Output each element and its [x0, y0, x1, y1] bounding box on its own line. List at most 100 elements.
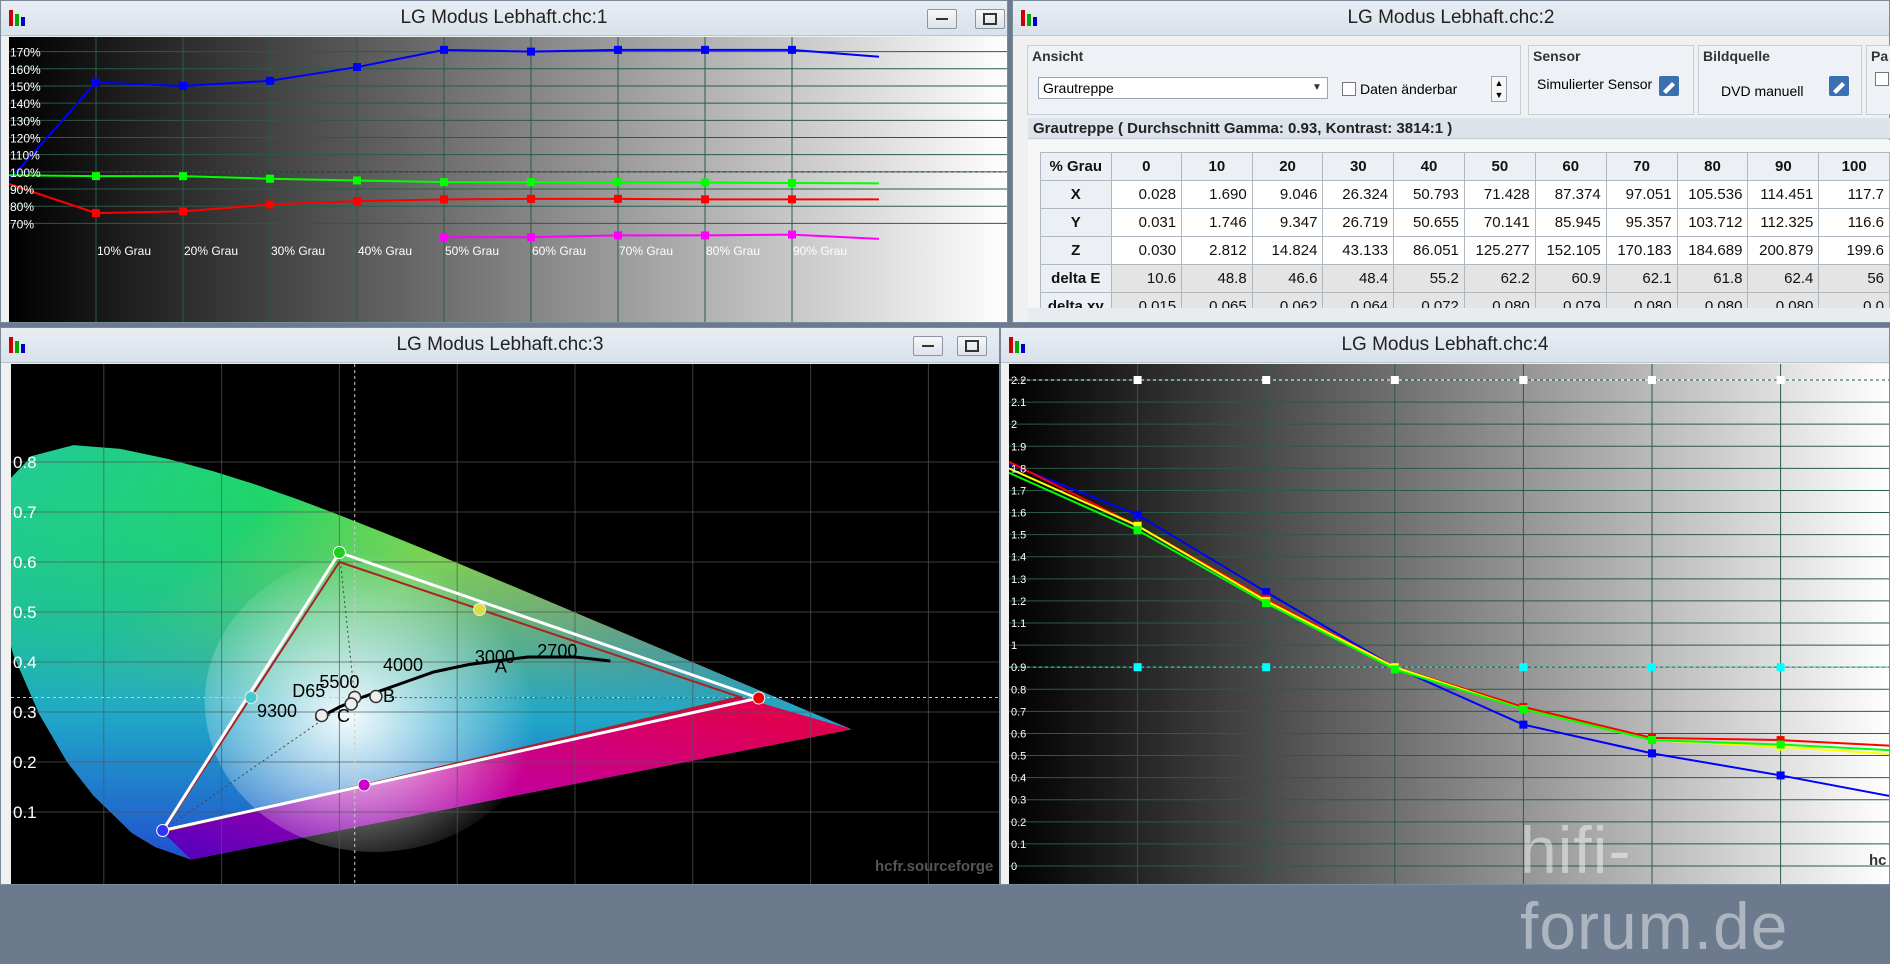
- data-point-green: [1133, 526, 1142, 535]
- column-header[interactable]: 100: [1818, 152, 1890, 181]
- ansicht-value: Grautreppe: [1043, 80, 1114, 96]
- y-tick-label: 0.9: [1011, 662, 1026, 674]
- gamma-plot[interactable]: 2.2 2.1 2 1.9 1.8 1.7 1.6 1.5 1.4 1.3 1.2 1.1 1 0.9 0.…: [1009, 364, 1889, 884]
- y-tick-label: 1.9: [1011, 441, 1026, 453]
- table-cell: 117.7: [1818, 180, 1890, 209]
- table-cell: 61.8: [1676, 264, 1749, 293]
- blue-primary-point: [156, 824, 170, 837]
- y-tick-label: 0.6: [1011, 728, 1026, 740]
- column-header[interactable]: 20: [1251, 152, 1324, 181]
- maximize-button[interactable]: [957, 336, 987, 356]
- y-tick-label: 120%: [10, 132, 41, 146]
- column-header[interactable]: 80: [1676, 152, 1749, 181]
- reference-point: [1519, 376, 1528, 384]
- y-tick-label: 1: [1011, 640, 1017, 652]
- sensor-label: Sensor: [1533, 48, 1581, 64]
- data-point-green: [788, 179, 796, 188]
- y-tick-label: 0: [1011, 861, 1017, 873]
- table-cell: 48.8: [1181, 264, 1253, 293]
- x-tick-label: 10% Grau: [97, 244, 151, 258]
- maximize-button[interactable]: [975, 9, 1005, 29]
- table-cell: 0.080: [1463, 292, 1536, 308]
- y-tick-label: 0.1: [1011, 839, 1026, 851]
- y-tick-label: 0.3: [13, 703, 37, 722]
- x-tick-label: 40% Grau: [358, 244, 412, 258]
- table-cell: 10.6: [1110, 264, 1183, 293]
- table-cell: 85.945: [1534, 208, 1607, 237]
- chevron-down-icon: ▼: [1312, 82, 1322, 93]
- watermark: hifi-forum.de: [1520, 813, 1789, 963]
- y-tick-label: 1.3: [1011, 574, 1026, 586]
- table-cell: 97.051: [1605, 180, 1678, 209]
- minimize-button[interactable]: [913, 336, 943, 356]
- table-cell: 71.428: [1463, 180, 1536, 209]
- title-bar[interactable]: LG Modus Lebhaft.chc:4: [1001, 328, 1889, 363]
- white-point-marker: [314, 708, 329, 723]
- column-header[interactable]: 70: [1605, 152, 1678, 181]
- table-cell: 0.079: [1534, 292, 1607, 308]
- table-cell: 62.4: [1747, 264, 1820, 293]
- table-cell: 0.065: [1181, 292, 1253, 308]
- column-header[interactable]: 40: [1393, 152, 1465, 181]
- data-point-green: [179, 172, 187, 181]
- sensor-config-icon[interactable]: [1657, 74, 1681, 98]
- window-gamma-chart: LG Modus Lebhaft.chc:4 2.2 2.1 2 1.9 1.8 1.7 1…: [1000, 327, 1890, 885]
- ansicht-select[interactable]: Grautreppe ▼: [1038, 77, 1328, 99]
- column-header[interactable]: 50: [1463, 152, 1536, 181]
- table-cell: 1.690: [1181, 180, 1253, 209]
- y-tick-label: 80%: [10, 200, 34, 214]
- data-point-red: [179, 207, 187, 216]
- table-row: X 0.028 1.690 9.046 26.324 50.793 71.428 87.374…: [1040, 180, 1890, 209]
- row-header: delta xy: [1040, 292, 1112, 308]
- table-cell: 112.325: [1747, 208, 1820, 237]
- window-title: LG Modus Lebhaft.chc:4: [1341, 334, 1549, 355]
- title-bar[interactable]: LG Modus Lebhaft.chc:3: [1, 328, 999, 363]
- data-point-blue: [266, 76, 274, 85]
- table-cell: 26.719: [1322, 208, 1395, 237]
- column-header[interactable]: 60: [1534, 152, 1607, 181]
- data-editable-checkbox[interactable]: [1342, 82, 1356, 96]
- data-point-red: [527, 194, 535, 203]
- y-tick-label: 110%: [10, 149, 40, 163]
- y-tick-label: 0.2: [1011, 817, 1026, 829]
- y-tick-label: 2.2: [1011, 375, 1026, 387]
- cie-label: 9300: [257, 701, 297, 721]
- y-tick-label: 0.8: [1011, 684, 1026, 696]
- x-tick-label: 60% Grau: [532, 244, 586, 258]
- cie-credit: hcfr.sourceforge: [875, 858, 994, 875]
- data-point-blue: [1648, 749, 1656, 758]
- minimize-button[interactable]: [927, 9, 957, 29]
- column-header[interactable]: 0: [1110, 152, 1183, 181]
- data-point-red: [266, 200, 274, 209]
- title-bar[interactable]: LG Modus Lebhaft.chc:1: [1, 1, 1007, 36]
- minimize-icon: [936, 18, 948, 20]
- column-header[interactable]: 90: [1747, 152, 1820, 181]
- table-scroll-region[interactable]: [1028, 308, 1890, 322]
- source-config-icon[interactable]: [1827, 74, 1851, 98]
- table-cell: 125.277: [1463, 236, 1536, 265]
- table-cell: 0.080: [1676, 292, 1749, 308]
- cie-label: 2700: [537, 641, 577, 661]
- bildquelle-value: DVD manuell: [1721, 83, 1804, 99]
- reference-point: [1133, 663, 1142, 672]
- data-point-green: [1390, 665, 1399, 674]
- column-header[interactable]: % Grau: [1040, 152, 1112, 181]
- cie-plot[interactable]: 0.8 0.7 0.6 0.5 0.4 0.3 0.2 0.1 3000 2700 4000 5500…: [11, 364, 999, 884]
- pa-checkbox[interactable]: [1875, 72, 1889, 86]
- rgb-level-plot[interactable]: 170% 160% 150% 140% 130% 120% 110% 100% 90% 80% 70…: [9, 37, 1007, 322]
- title-bar[interactable]: LG Modus Lebhaft.chc:2: [1013, 1, 1889, 36]
- table-cell: 0.080: [1747, 292, 1820, 308]
- ansicht-spinner[interactable]: ▲ ▼: [1491, 76, 1507, 102]
- data-point-green: [701, 178, 709, 187]
- data-editable-label: Daten änderbar: [1360, 81, 1458, 97]
- data-point-red: [440, 195, 448, 204]
- data-point-green: [1519, 705, 1528, 714]
- y-tick-label: 0.8: [13, 453, 37, 472]
- window-cie-diagram: LG Modus Lebhaft.chc:3 0.8 0.7 0.6 0.5 0…: [0, 327, 1000, 885]
- table-viewport[interactable]: % Grau 0 10 20 30 40 50 60 70 80 90 100 X 0.028 1.690 9…: [1028, 140, 1890, 308]
- column-header[interactable]: 30: [1322, 152, 1395, 181]
- maximize-icon: [965, 340, 979, 352]
- window-title: LG Modus Lebhaft.chc:2: [1347, 7, 1555, 28]
- cie-label: 4000: [383, 655, 423, 675]
- column-header[interactable]: 10: [1181, 152, 1253, 181]
